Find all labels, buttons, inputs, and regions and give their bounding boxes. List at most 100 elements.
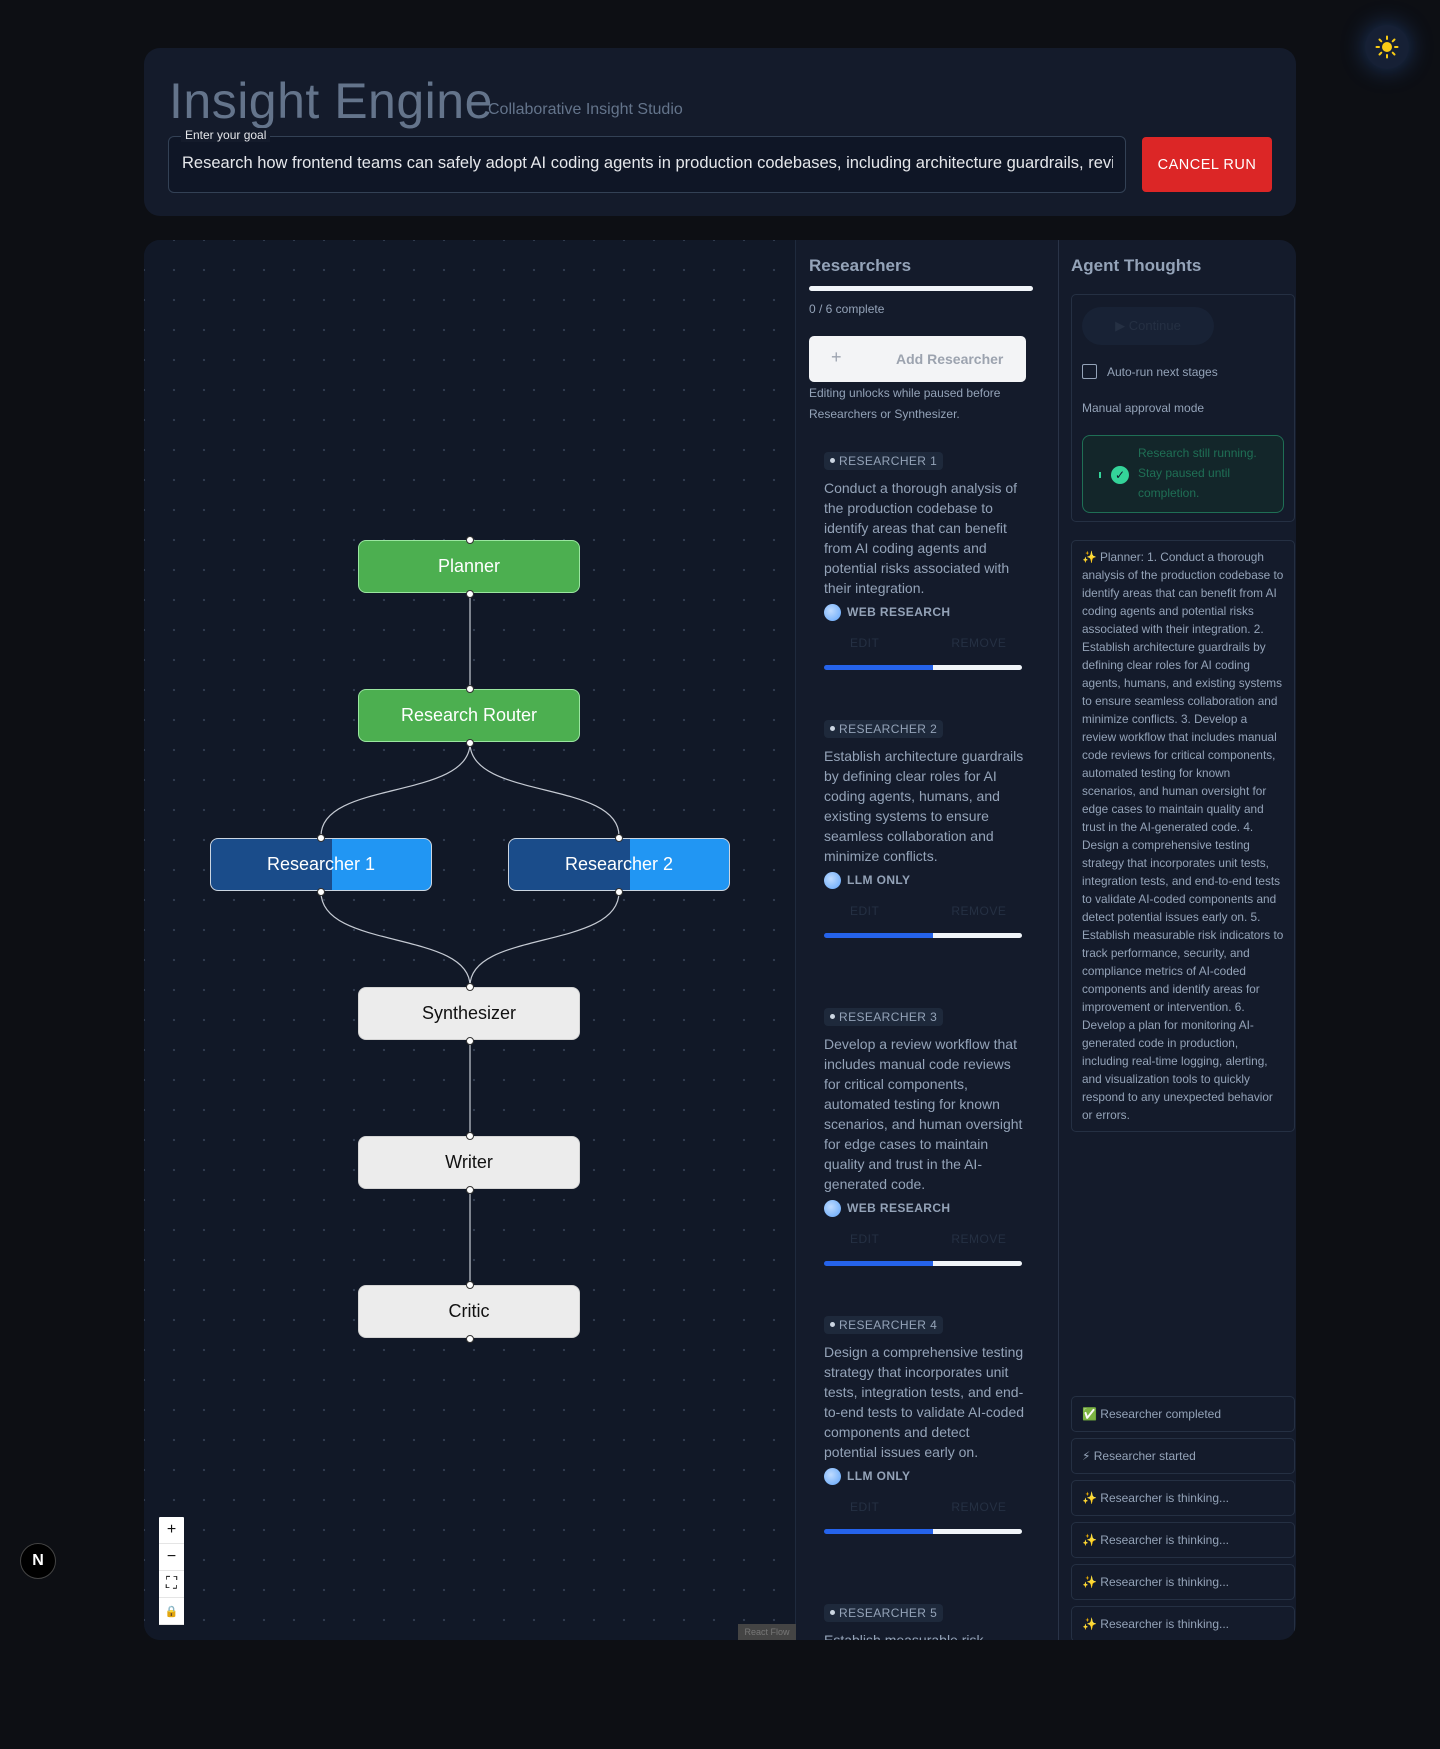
node-researcher-2[interactable]: Researcher 2 [508,838,730,891]
node-handle[interactable] [466,685,474,693]
edge-researcher1-synthesizer [320,891,471,987]
node-research-router[interactable]: Research Router [358,689,580,742]
workflow-graph-canvas[interactable]: Planner Research Router Researcher 1 Res… [144,240,796,1640]
agent-thoughts-title: Agent Thoughts [1071,256,1202,275]
lock-button[interactable]: 🔒 [159,1598,184,1625]
globe-icon [824,1199,841,1217]
node-writer[interactable]: Writer [358,1136,580,1189]
graph-zoom-controls: + − ⛶ 🔒 [159,1517,184,1625]
fit-view-button[interactable]: ⛶ [159,1571,184,1598]
app-subtitle: Collaborative Insight Studio [488,101,683,118]
main-workspace: Planner Research Router Researcher 1 Res… [144,240,1296,1640]
edit-researcher-button[interactable]: EDIT [824,1500,905,1514]
thought-item: ✨ Researcher is thinking... [1071,1480,1295,1516]
cancel-run-button[interactable]: CANCEL RUN [1142,137,1272,192]
researcher-description: Establish measurable risk [824,1631,984,1641]
auto-run-checkbox[interactable] [1082,364,1097,379]
remove-researcher-button[interactable]: REMOVE [925,1500,1032,1514]
node-handle[interactable] [615,834,623,842]
researcher-card: RESEARCHER 4 Design a comprehensive test… [824,1314,1024,1534]
add-researcher-button[interactable]: + Add Researcher [809,336,1026,382]
auto-run-toggle[interactable]: Auto-run next stages [1082,364,1218,379]
researcher-badge: RESEARCHER 1 [824,451,944,470]
edit-researcher-button[interactable]: EDIT [824,904,905,918]
node-handle[interactable] [317,888,325,896]
node-handle[interactable] [466,739,474,747]
globe-icon [824,871,841,889]
researcher-mode: WEB RESEARCH [824,1199,1024,1217]
researcher-badge: RESEARCHER 5 [824,1603,944,1622]
researcher-progress-bar [824,664,1022,670]
theme-toggle-button[interactable] [1365,25,1409,69]
remove-researcher-button[interactable]: REMOVE [925,1232,1032,1246]
sun-icon [1375,35,1399,59]
node-handle[interactable] [466,1335,474,1343]
node-synthesizer[interactable]: Synthesizer [358,987,580,1040]
node-handle[interactable] [466,590,474,598]
run-status-text: Research still running. Stay paused unti… [1138,446,1257,500]
node-handle[interactable] [466,1281,474,1289]
researcher-mode: WEB RESEARCH [824,603,1024,621]
researcher-card: RESEARCHER 3 Develop a review workflow t… [824,1006,1024,1266]
agent-thoughts-panel: Agent Thoughts ▶ Continue Auto-run next … [1059,240,1296,1640]
researcher-progress-bar [824,1260,1022,1266]
header-card: Insight Engine Collaborative Insight Stu… [144,48,1296,216]
researcher-badge: RESEARCHER 4 [824,1315,944,1334]
goal-input-value[interactable]: Research how frontend teams can safely a… [182,154,1113,173]
plus-icon: + [831,347,842,367]
researcher-badge: RESEARCHER 3 [824,1007,944,1026]
auto-run-label: Auto-run next stages [1107,364,1218,379]
zoom-in-button[interactable]: + [159,1517,184,1544]
researchers-panel-title: Researchers [809,256,912,275]
researcher-description: Design a comprehensive testing strategy … [824,1343,1025,1460]
edit-researcher-button[interactable]: EDIT [824,636,905,650]
edit-hint: Editing unlocks while paused before Rese… [809,386,1001,421]
researcher-description: Conduct a thorough analysis of the produ… [824,479,1018,596]
thought-item: ✨ Researcher is thinking... [1071,1606,1295,1640]
researcher-card: RESEARCHER 2 Establish architecture guar… [824,718,1024,938]
researcher-mode: LLM ONLY [824,871,1024,889]
edge-router-researcher2 [469,742,620,837]
framework-logo-button[interactable]: N [20,1543,56,1579]
globe-icon [824,603,841,621]
thought-item: ⚡ Researcher started [1071,1438,1295,1474]
node-handle[interactable] [466,1037,474,1045]
researchers-progress-bar [809,286,1033,291]
edit-researcher-button[interactable]: EDIT [824,1232,905,1246]
check-circle-icon: ✓ [1111,466,1129,484]
run-control-box: ▶ Continue Auto-run next stages Manual a… [1071,294,1295,522]
graph-edges [320,596,620,1284]
graph-attribution-link[interactable]: React Flow [738,1624,796,1640]
goal-input-label: Enter your goal [181,128,271,142]
node-critic[interactable]: Critic [358,1285,580,1338]
zoom-out-button[interactable]: − [159,1544,184,1571]
researcher-description: Establish architecture guardrails by def… [824,747,1024,864]
node-handle[interactable] [317,834,325,842]
node-handle[interactable] [615,888,623,896]
researcher-card: RESEARCHER 5 Establish measurable risk [824,1602,1024,1640]
edge-researcher2-synthesizer [469,891,620,987]
thought-item: ✨ Researcher is thinking... [1071,1564,1295,1600]
approval-mode-text: Manual approval mode [1082,401,1205,415]
globe-icon [824,1467,841,1485]
thought-item: ✅ Researcher completed [1071,1396,1295,1432]
add-researcher-label: Add Researcher [896,351,1004,367]
researcher-progress-bar [824,932,1022,938]
goal-input[interactable]: Enter your goal Research how frontend te… [168,128,1126,193]
node-handle[interactable] [466,1186,474,1194]
remove-researcher-button[interactable]: REMOVE [925,904,1032,918]
remove-researcher-button[interactable]: REMOVE [925,636,1032,650]
researcher-progress-bar [824,1528,1022,1534]
continue-button[interactable]: ▶ Continue [1082,307,1214,345]
node-planner[interactable]: Planner [358,540,580,593]
researcher-mode: LLM ONLY [824,1467,1024,1485]
thought-item: ✨ Researcher is thinking... [1071,1522,1295,1558]
researcher-badge: RESEARCHER 2 [824,719,944,738]
app-title: Insight Engine [169,73,493,129]
researchers-complete-count: 0 / 6 complete [809,302,885,316]
researcher-card: RESEARCHER 1 Conduct a thorough analysis… [824,450,1024,670]
node-researcher-1[interactable]: Researcher 1 [210,838,432,891]
node-handle[interactable] [466,1132,474,1140]
node-handle[interactable] [466,536,474,544]
node-handle[interactable] [466,983,474,991]
